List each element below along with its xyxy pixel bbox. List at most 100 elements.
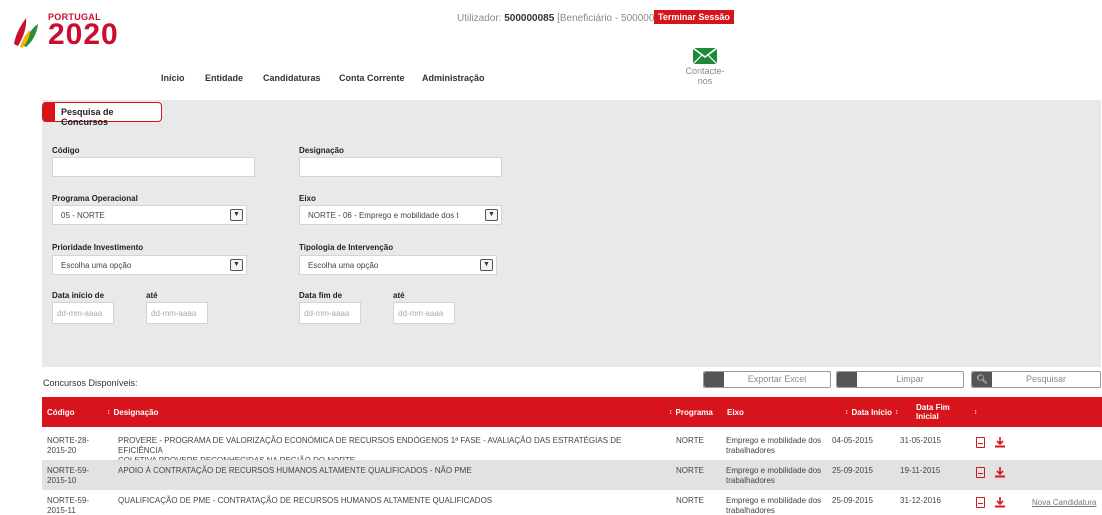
eixo-line-1: Emprego e mobilidade dos (726, 496, 822, 505)
sort-icon: ↕ (894, 408, 899, 416)
cell-data-inicio: 04-05-2015 (832, 436, 873, 445)
prioridade-value: Escolha uma opção (61, 261, 132, 270)
programa-select[interactable]: 05 - NORTE ▼ (52, 205, 247, 225)
chevron-down-icon[interactable]: ▼ (485, 209, 498, 221)
cell-programa: NORTE (676, 436, 704, 445)
eixo-line-1: Emprego e mobilidade dos (726, 466, 822, 475)
document-icon[interactable] (976, 437, 985, 448)
user-id: 500000085 (504, 13, 555, 24)
sort-icon: ↕ (669, 408, 673, 416)
document-icon[interactable] (976, 497, 985, 508)
table-row[interactable]: NORTE-59- 2015-11 QUALIFICAÇÃO DE PME - C… (42, 490, 1102, 515)
code-line-1: NORTE-59- (47, 466, 90, 475)
export-excel-button[interactable]: Exportar Excel (703, 371, 831, 388)
cell-programa: NORTE (676, 496, 704, 505)
col-actions[interactable]: ↕ (974, 397, 981, 427)
button-swatch (704, 372, 724, 387)
eixo-line-2: trabalhadores (726, 476, 775, 485)
programa-value: 05 - NORTE (61, 211, 105, 220)
programa-label: Programa Operacional (52, 194, 138, 203)
search-label: Pesquisar (1025, 374, 1067, 384)
designacao-line-1: QUALIFICAÇÃO DE PME - CONTRATAÇÃO DE REC… (118, 496, 493, 505)
cell-programa: NORTE (676, 466, 704, 475)
col-codigo[interactable]: Código (47, 397, 75, 427)
eixo-line-2: trabalhadores (726, 506, 775, 515)
button-swatch (837, 372, 857, 387)
export-excel-label: Exportar Excel (747, 374, 807, 384)
search-button[interactable]: 🔍︎ Pesquisar (971, 371, 1101, 388)
list-title: Concursos Disponíveis: (43, 378, 138, 388)
data-fim-to-input[interactable]: dd-mm-aaaa (393, 302, 455, 324)
download-icon[interactable] (995, 467, 1005, 478)
document-icon[interactable] (976, 467, 985, 478)
nav-candidaturas[interactable]: Candidaturas (263, 73, 321, 83)
logo-mark-icon (14, 18, 38, 48)
portugal-2020-logo: PORTUGAL 2020 (12, 6, 142, 50)
sort-icon: ↕ (107, 408, 111, 416)
contact-link[interactable]: Contacte-nos (680, 48, 730, 86)
eixo-value: NORTE - 06 - Emprego e mobilidade dos t (308, 211, 459, 220)
col-programa-label: Programa (675, 407, 713, 417)
envelope-icon (693, 48, 717, 64)
chevron-down-icon[interactable]: ▼ (230, 209, 243, 221)
code-line-2: 2015-11 (47, 506, 76, 515)
logout-button[interactable]: Terminar Sessão (654, 10, 734, 24)
data-inicio-ate-label: até (146, 291, 158, 300)
designacao-line-1: PROVERE - PROGRAMA DE VALORIZAÇÃO ECONÓM… (118, 436, 622, 455)
user-info: Utilizador: 500000085 [Beneficiário - 50… (457, 13, 674, 24)
data-inicio-to-input[interactable]: dd-mm-aaaa (146, 302, 208, 324)
col-data-fim-label-1: Data Fim (916, 403, 950, 412)
download-icon[interactable] (995, 497, 1005, 508)
sort-icon: ↕ (845, 408, 849, 416)
download-icon[interactable] (995, 437, 1005, 448)
cell-data-fim: 31-12-2016 (900, 496, 941, 505)
user-prefix: Utilizador: (457, 13, 502, 24)
search-panel (42, 100, 1101, 367)
contact-label: Contacte-nos (685, 66, 725, 86)
col-data-inicio[interactable]: ↕ Data Início ↕ (845, 397, 901, 427)
col-programa[interactable]: ↕ Programa (669, 397, 713, 427)
sort-icon: ↕ (974, 408, 978, 416)
col-eixo[interactable]: Eixo (727, 397, 744, 427)
col-data-fim-label-2: Inicial (916, 412, 939, 421)
col-data-fim[interactable]: Data Fim Inicial (916, 397, 950, 427)
nav-conta-corrente[interactable]: Conta Corrente (339, 73, 405, 83)
eixo-line-2: trabalhadores (726, 446, 775, 455)
nav-entidade[interactable]: Entidade (205, 73, 243, 83)
code-line-2: 2015-20 (47, 446, 77, 455)
search-icon: 🔍︎ (972, 372, 992, 387)
col-designacao[interactable]: ↕ Designação (107, 397, 158, 427)
col-codigo-label: Código (47, 407, 75, 417)
prioridade-select[interactable]: Escolha uma opção ▼ (52, 255, 247, 275)
cell-codigo: NORTE-59- 2015-11 (47, 496, 89, 515)
chevron-down-icon[interactable]: ▼ (480, 259, 493, 271)
nova-candidatura-link[interactable]: Nova Candidatura (1032, 498, 1096, 507)
nav-administracao[interactable]: Administração (422, 73, 485, 83)
eixo-select[interactable]: NORTE - 06 - Emprego e mobilidade dos t … (299, 205, 502, 225)
data-fim-ate-label: até (393, 291, 405, 300)
cell-data-fim: 19-11-2015 (900, 466, 941, 475)
nav-inicio[interactable]: Início (161, 73, 185, 83)
codigo-input[interactable] (52, 157, 255, 177)
codigo-label: Código (52, 146, 80, 155)
cell-codigo: NORTE-59- 2015-10 (47, 466, 89, 486)
tipologia-value: Escolha uma opção (308, 261, 379, 270)
clear-button[interactable]: Limpar (836, 371, 964, 388)
data-fim-from-input[interactable]: dd-mm-aaaa (299, 302, 361, 324)
code-line-1: NORTE-28- (47, 436, 90, 445)
tipologia-select[interactable]: Escolha uma opção ▼ (299, 255, 497, 275)
cell-data-inicio: 25-09-2015 (832, 496, 873, 505)
table-row[interactable]: NORTE-59- 2015-10 APOIO À CONTRATAÇÃO DE … (42, 460, 1102, 490)
table-row[interactable]: NORTE-28- 2015-20 PROVERE - PROGRAMA DE V… (42, 430, 1102, 465)
cell-eixo: Emprego e mobilidade dos trabalhadores (726, 496, 821, 515)
designacao-label: Designação (299, 146, 344, 155)
col-data-inicio-label: Data Início (851, 407, 892, 417)
chevron-down-icon[interactable]: ▼ (230, 259, 243, 271)
cell-eixo: Emprego e mobilidade dos trabalhadores (726, 436, 821, 456)
designacao-input[interactable] (299, 157, 502, 177)
code-line-2: 2015-10 (47, 476, 77, 485)
data-inicio-label: Data início de (52, 291, 105, 300)
data-inicio-from-input[interactable]: dd-mm-aaaa (52, 302, 114, 324)
tab-pesquisa-concursos[interactable]: Pesquisa de Concursos (42, 102, 162, 127)
cell-designacao: APOIO À CONTRATAÇÃO DE RECURSOS HUMANOS … (118, 466, 668, 476)
